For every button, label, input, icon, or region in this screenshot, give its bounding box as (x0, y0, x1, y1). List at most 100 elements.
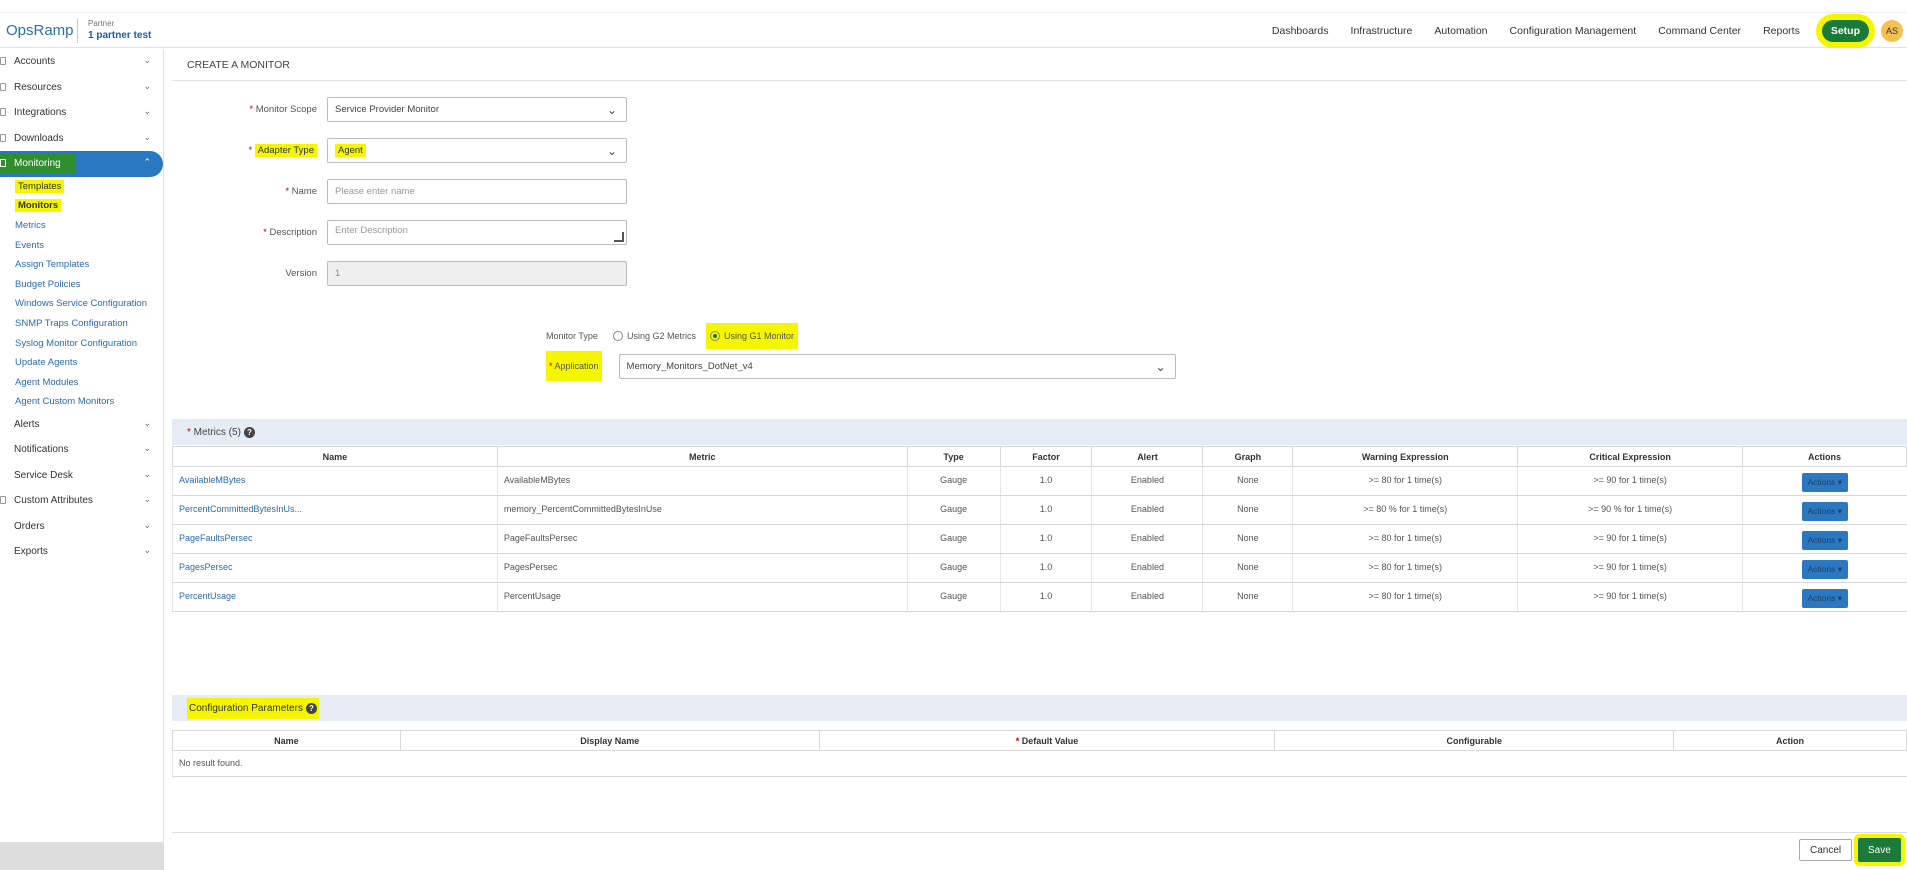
col-name: Name (172, 446, 498, 467)
metric-name-link[interactable]: PercentCommittedBytesInUs... (172, 495, 498, 525)
sidebar-sub-events[interactable]: Events (0, 235, 163, 255)
col-name: Name (172, 730, 401, 751)
sidebar-item-accounts[interactable]: Accounts ⌄ (0, 49, 163, 75)
monitoring-icon (0, 159, 6, 167)
sidebar-item-label: Resources (14, 81, 62, 93)
application-row: * Application Memory_Monitors_DotNet_v4 ⌄ (546, 351, 1176, 381)
col-action: Action (1673, 730, 1907, 751)
sidebar-item-service-desk[interactable]: Service Desk ⌄ (0, 463, 163, 489)
chevron-down-icon: ⌄ (143, 468, 151, 479)
sidebar-item-label: Integrations (14, 107, 67, 119)
metric-type: Gauge (906, 495, 1001, 525)
sidebar-item-integrations[interactable]: Integrations ⌄ (0, 100, 163, 126)
actions-dropdown-button[interactable]: Actions ▾ (1801, 473, 1849, 492)
description-textarea[interactable]: Enter Description (327, 220, 627, 245)
sidebar-sub-assign-templates[interactable]: Assign Templates (0, 255, 163, 275)
metric-factor: 1.0 (999, 495, 1092, 525)
sidebar-sub-update-agents[interactable]: Update Agents (0, 353, 163, 373)
sidebar-item-exports[interactable]: Exports ⌄ (0, 539, 163, 565)
metric-graph: None (1202, 553, 1293, 583)
title-divider (172, 80, 1907, 81)
nav-setup-button[interactable]: Setup (1821, 20, 1869, 42)
actions-dropdown-button[interactable]: Actions ▾ (1801, 502, 1849, 521)
actions-dropdown-button[interactable]: Actions ▾ (1801, 560, 1849, 579)
sidebar-item-monitoring[interactable]: Monitoring ⌃ (0, 151, 163, 177)
sidebar-sub-monitors[interactable]: Monitors (0, 196, 163, 216)
sidebar-sub-agent-modules[interactable]: Agent Modules (0, 372, 163, 392)
sidebar-sub-budget-policies[interactable]: Budget Policies (0, 274, 163, 294)
sidebar-scroll-area[interactable] (0, 842, 164, 870)
sidebar-item-downloads[interactable]: Downloads ⌄ (0, 126, 163, 152)
actions-cell: Actions ▾ (1742, 466, 1907, 496)
sidebar-item-label: Custom Attributes (14, 495, 93, 507)
metric-name-link[interactable]: PercentUsage (172, 582, 498, 612)
metric-name-link[interactable]: PagesPersec (172, 553, 498, 583)
sidebar-sub-templates[interactable]: Templates (0, 177, 163, 197)
actions-dropdown-button[interactable]: Actions ▾ (1801, 589, 1849, 608)
sidebar-item-label: Service Desk (14, 469, 73, 481)
nav-command-center[interactable]: Command Center (1658, 25, 1741, 37)
metric-name-link[interactable]: PageFaultsPersec (172, 524, 498, 554)
notifications-icon (0, 445, 6, 453)
metric-name-link[interactable]: AvailableMBytes (172, 466, 498, 496)
col-factor: Factor (999, 446, 1093, 467)
nav-reports[interactable]: Reports (1763, 25, 1800, 37)
nav-dashboards[interactable]: Dashboards (1272, 25, 1329, 37)
col-alert: Alert (1091, 446, 1204, 467)
footer-divider (172, 832, 1907, 833)
col-critical-expression: Critical Expression (1517, 446, 1744, 467)
nav-automation[interactable]: Automation (1434, 25, 1487, 37)
metric-graph: None (1202, 582, 1293, 612)
sidebar-sub-metrics[interactable]: Metrics (0, 216, 163, 236)
metric-id: AvailableMBytes (496, 466, 908, 496)
opsramp-logo[interactable]: OpsRamp (6, 22, 74, 39)
monitor-scope-select[interactable]: Service Provider Monitor ⌄ (327, 97, 627, 122)
sidebar-item-orders[interactable]: Orders ⌄ (0, 514, 163, 540)
sidebar-item-custom-attributes[interactable]: Custom Attributes ⌄ (0, 488, 163, 514)
user-avatar[interactable]: AS (1881, 20, 1903, 42)
resize-handle-icon[interactable] (614, 232, 624, 242)
actions-dropdown-button[interactable]: Actions ▾ (1801, 531, 1849, 550)
adapter-type-row: * Adapter Type Agent ⌄ (172, 138, 627, 163)
name-input[interactable]: Please enter name (327, 179, 627, 204)
sidebar-sub-syslog-monitor[interactable]: Syslog Monitor Configuration (0, 333, 163, 353)
sidebar-item-resources[interactable]: Resources ⌄ (0, 75, 163, 101)
metric-alert: Enabled (1091, 466, 1203, 496)
sidebar-item-alerts[interactable]: Alerts ⌄ (0, 412, 163, 438)
adapter-type-select[interactable]: Agent ⌄ (327, 138, 627, 163)
config-params-table: Name Display Name * Default Value Config… (172, 730, 1907, 777)
name-row: * Name Please enter name (172, 179, 627, 204)
chevron-down-icon: ⌄ (1155, 359, 1166, 374)
warning-expression: >= 80 % for 1 time(s) (1292, 495, 1518, 525)
nav-infrastructure[interactable]: Infrastructure (1351, 25, 1413, 37)
sidebar-item-notifications[interactable]: Notifications ⌄ (0, 437, 163, 463)
cancel-button[interactable]: Cancel (1799, 839, 1853, 861)
application-select[interactable]: Memory_Monitors_DotNet_v4 ⌄ (618, 353, 1176, 379)
actions-cell: Actions ▾ (1742, 524, 1907, 554)
help-icon[interactable]: ? (305, 702, 317, 714)
sidebar-sub-windows-service-config[interactable]: Windows Service Configuration (0, 294, 163, 314)
metric-alert: Enabled (1091, 582, 1203, 612)
config-params-section-header: Configuration Parameters? (172, 695, 1907, 721)
sidebar-item-label: Exports (14, 546, 48, 558)
metric-alert: Enabled (1091, 495, 1203, 525)
empty-message: No result found. (172, 750, 1907, 777)
radio-g1-monitor[interactable]: Using G1 Monitor (706, 323, 799, 349)
version-row: Version 1 (172, 261, 627, 286)
chevron-down-icon: ⌄ (143, 519, 151, 530)
exports-icon (0, 547, 6, 555)
metric-type: Gauge (906, 553, 1001, 583)
radio-g2-metrics[interactable]: Using G2 Metrics (613, 331, 696, 341)
partner-name[interactable]: 1 partner test (88, 30, 151, 41)
sidebar: Accounts ⌄ Resources ⌄ Integrations ⌄ Downl… (0, 49, 164, 870)
sidebar-sub-agent-custom-monitors[interactable]: Agent Custom Monitors (0, 392, 163, 412)
alerts-icon (0, 420, 6, 428)
metric-graph: None (1202, 466, 1293, 496)
help-icon[interactable]: ? (243, 426, 255, 438)
nav-configuration-management[interactable]: Configuration Management (1510, 25, 1637, 37)
chevron-down-icon: ⌄ (143, 131, 151, 142)
sidebar-sub-snmp-traps[interactable]: SNMP Traps Configuration (0, 314, 163, 334)
chevron-down-icon: ⌄ (143, 106, 151, 116)
save-button[interactable]: Save (1858, 838, 1901, 862)
radio-checked-icon (710, 331, 721, 341)
